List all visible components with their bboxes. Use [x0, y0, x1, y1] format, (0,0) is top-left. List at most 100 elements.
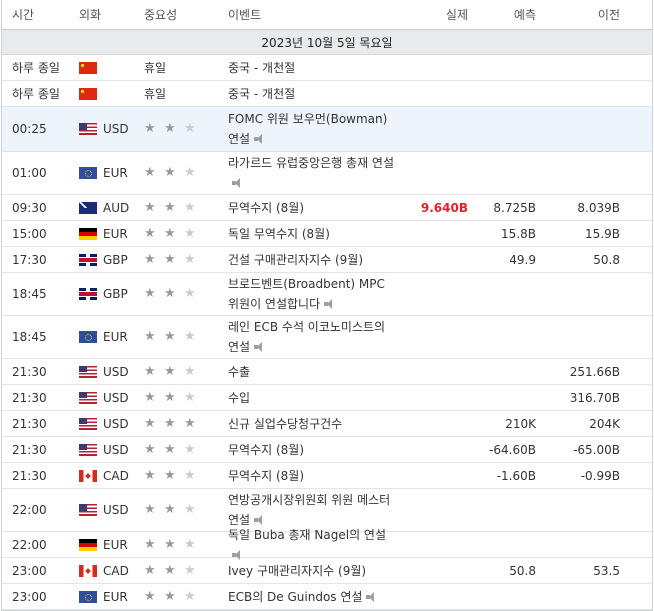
event-forecast: 49.9 [509, 252, 536, 267]
event-title-cell[interactable]: 무역수지 (8월) [220, 440, 398, 460]
event-title-cell[interactable]: 레인 ECB 수석 이코노미스트의 연설 [220, 317, 398, 357]
event-row[interactable]: 01:00 EUR ★ ★ ★ 라가르드 유럽중앙은행 총재 연설 [2, 152, 652, 195]
event-forecast: -64.60B [489, 442, 536, 457]
currency-code: CAD [103, 468, 129, 483]
event-importance: ★ ★ ★ [132, 415, 220, 431]
event-title-cell[interactable]: 무역수지 (8월) [220, 198, 398, 218]
currency-code: GBP [103, 252, 128, 267]
importance-star-icon: ★ [164, 199, 176, 215]
event-row[interactable]: 하루 종일 휴일 중국 - 개천절 [2, 81, 652, 107]
event-title-cell[interactable]: 라가르드 유럽중앙은행 총재 연설 [220, 153, 398, 193]
event-time: 01:00 [12, 166, 47, 180]
event-title[interactable]: 무역수지 (8월) [228, 201, 304, 215]
us-flag-icon [79, 365, 97, 378]
event-title[interactable]: 레인 ECB 수석 이코노미스트의 연설 [228, 320, 385, 354]
event-row[interactable]: 18:45 GBP ★ ★ ★ 브로드벤트(Broadbent) MPC 위원이 연설합니… [2, 273, 652, 316]
event-title[interactable]: 브로드벤트(Broadbent) MPC 위원이 연설합니다 [228, 277, 385, 311]
event-title[interactable]: 무역수지 (8월) [228, 443, 304, 457]
event-row[interactable]: 22:00 EUR ★ ★ ★ 독일 Buba 총재 Nagel의 연설 [2, 528, 652, 560]
event-currency: GBP [67, 287, 132, 301]
col-forecast[interactable]: 예측 [468, 6, 536, 23]
importance-star-icon: ★ [144, 165, 156, 180]
col-event[interactable]: 이벤트 [220, 5, 398, 25]
event-title[interactable]: 수입 [228, 391, 250, 405]
event-title[interactable]: 중국 - 개천절 [228, 61, 295, 75]
event-title[interactable]: 독일 무역수지 (8월) [228, 227, 330, 241]
col-currency[interactable]: 외화 [67, 6, 132, 23]
importance-star-icon: ★ [184, 502, 196, 517]
event-row[interactable]: 21:30 USD ★ ★ ★ 수출 251.66B [2, 359, 652, 385]
event-row[interactable]: 21:30 USD ★ ★ ★ 수입 316.70B [2, 385, 652, 411]
event-forecast: 50.8 [509, 563, 536, 578]
event-row[interactable]: 18:45 EUR ★ ★ ★ 레인 ECB 수석 이코노미스트의 연설 [2, 316, 652, 359]
event-time: 21:30 [12, 442, 47, 457]
event-time: 17:30 [12, 252, 47, 267]
event-title[interactable]: Ivey 구매관리자지수 (9월) [228, 564, 366, 578]
gb-flag-icon [79, 288, 97, 300]
event-title-cell[interactable]: 독일 무역수지 (8월) [220, 224, 398, 244]
event-importance: ★ ★ ★ [132, 365, 220, 378]
event-row[interactable]: 21:30 CAD ★ ★ ★ 무역수지 (8월) -1.60B -0.99B [2, 463, 652, 489]
col-time[interactable]: 시간 [2, 6, 67, 23]
event-row[interactable]: 23:00 CAD ★ ★ ★ Ivey 구매관리자지수 (9월) 50.8 53.5 [2, 558, 652, 584]
importance-star-icon: ★ [184, 165, 196, 180]
event-row[interactable]: 하루 종일 휴일 중국 - 개천절 [2, 55, 652, 81]
de-flag-icon [79, 227, 97, 240]
event-row[interactable]: 17:30 GBP ★ ★ ★ 건설 구매관리자지수 (9월) 49.9 50.8 [2, 247, 652, 273]
event-previous: 316.70B [569, 390, 620, 405]
event-title[interactable]: 무역수지 (8월) [228, 469, 304, 483]
col-importance[interactable]: 중요성 [132, 6, 220, 23]
speaker-icon [254, 134, 266, 144]
currency-code: USD [103, 503, 129, 517]
event-title[interactable]: ECB의 De Guindos 연설 [228, 590, 362, 604]
event-title[interactable]: FOMC 위원 보우먼(Bowman) 연설 [228, 112, 387, 146]
event-title-cell[interactable]: 중국 - 개천절 [220, 84, 398, 104]
importance-star-icon: ★ [184, 588, 196, 604]
event-currency: EUR [67, 538, 132, 552]
event-title-cell[interactable]: Ivey 구매관리자지수 (9월) [220, 561, 398, 581]
economic-calendar: 시간 외화 중요성 이벤트 실제 예측 이전 2023년 10월 5일 목요일 … [1, 0, 653, 611]
col-previous[interactable]: 이전 [536, 6, 620, 23]
event-row[interactable]: 09:30 AUD ★ ★ ★ 무역수지 (8월) 9.640B 8.725B 8.039B [2, 195, 652, 221]
event-title[interactable]: 라가르드 유럽중앙은행 총재 연설 [228, 156, 394, 170]
importance-star-icon: ★ [164, 536, 176, 552]
importance-star-icon: ★ [164, 225, 176, 241]
event-importance: ★ ★ ★ [132, 469, 220, 482]
event-title[interactable]: 신규 실업수당청구건수 [228, 417, 342, 431]
event-title-cell[interactable]: 신규 실업수당청구건수 [220, 414, 398, 434]
event-title-cell[interactable]: 독일 Buba 총재 Nagel의 연설 [220, 525, 398, 565]
event-forecast: -1.60B [496, 468, 536, 483]
event-title-cell[interactable]: ECB의 De Guindos 연설 [220, 587, 398, 607]
event-title[interactable]: 건설 구매관리자지수 (9월) [228, 253, 363, 267]
event-title[interactable]: 중국 - 개천절 [228, 87, 295, 101]
event-title[interactable]: 수출 [228, 365, 250, 379]
event-title-cell[interactable]: 브로드벤트(Broadbent) MPC 위원이 연설합니다 [220, 274, 398, 314]
event-title-cell[interactable]: 건설 구매관리자지수 (9월) [220, 250, 398, 270]
eu-flag-icon [79, 590, 97, 603]
event-title-cell[interactable]: 수출 [220, 362, 398, 382]
event-row[interactable]: 21:30 USD ★ ★ ★ 신규 실업수당청구건수 210K 204K [2, 411, 652, 437]
event-title-cell[interactable]: FOMC 위원 보우먼(Bowman) 연설 [220, 109, 398, 149]
event-row[interactable]: 00:25 USD ★ ★ ★ FOMC 위원 보우먼(Bowman) 연설 [2, 107, 652, 152]
event-importance: ★ ★ ★ [132, 391, 220, 404]
event-importance: ★ ★ ★ [132, 441, 220, 457]
event-importance: ★ ★ ★ [132, 165, 220, 180]
event-row[interactable]: 21:30 USD ★ ★ ★ 무역수지 (8월) -64.60B -65.00B [2, 437, 652, 463]
col-actual[interactable]: 실제 [398, 6, 468, 23]
event-row[interactable]: 15:00 EUR ★ ★ ★ 독일 무역수지 (8월) 15.8B 15.9B [2, 221, 652, 247]
event-title-cell[interactable]: 수입 [220, 388, 398, 408]
event-title-cell[interactable]: 무역수지 (8월) [220, 466, 398, 486]
importance-star-icon: ★ [184, 415, 196, 431]
us-flag-icon [79, 443, 97, 456]
event-time: 22:00 [12, 537, 47, 552]
event-title[interactable]: 연방공개시장위원회 위원 메스터 연설 [228, 493, 390, 527]
event-time: 09:30 [12, 200, 47, 215]
importance-star-icon: ★ [144, 441, 156, 457]
event-title[interactable]: 독일 Buba 총재 Nagel의 연설 [228, 528, 386, 542]
event-row[interactable]: 23:00 EUR ★ ★ ★ ECB의 De Guindos 연설 [2, 584, 652, 610]
speaker-icon [254, 342, 266, 352]
event-time: 하루 종일 [12, 87, 60, 101]
importance-star-icon: ★ [184, 225, 196, 241]
event-title-cell[interactable]: 중국 - 개천절 [220, 58, 398, 78]
event-time: 18:45 [12, 287, 47, 301]
